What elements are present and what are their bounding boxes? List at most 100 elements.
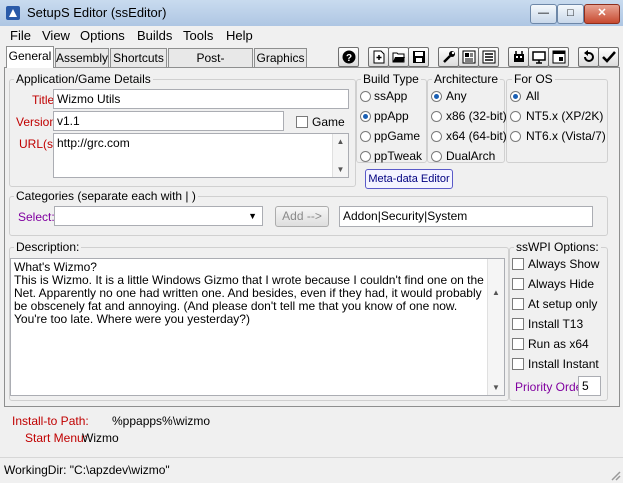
menu-options[interactable]: Options	[80, 28, 125, 43]
add-category-button[interactable]: Add -->	[275, 206, 329, 227]
apply-check-icon[interactable]	[598, 47, 619, 67]
menu-help[interactable]: Help	[226, 28, 253, 43]
app-icon	[6, 6, 20, 20]
sswpi-setup-only-checkbox[interactable]	[512, 298, 524, 310]
tools-wrench-icon[interactable]	[438, 47, 459, 67]
arch-label-x64: x64 (64-bit)	[446, 129, 507, 143]
build-type-radio-ppgame[interactable]	[360, 131, 371, 142]
svg-text:?: ?	[345, 53, 351, 64]
description-scrollbar[interactable]: ▲ ▼	[487, 259, 504, 395]
close-button[interactable]: ✕	[584, 4, 620, 24]
sswpi-setup-only-label: At setup only	[528, 297, 598, 311]
os-label-nt6: NT6.x (Vista/7)	[526, 129, 606, 143]
version-label: Version	[16, 115, 57, 129]
menu-bar: File View Options Builds Tools Help	[0, 26, 623, 46]
urls-scrollbar[interactable]: ▲ ▼	[332, 134, 348, 177]
list-icon[interactable]	[478, 47, 499, 67]
os-label-all: All	[526, 89, 540, 103]
build-type-label-ssapp: ssApp	[374, 89, 408, 103]
resize-grip-icon[interactable]	[609, 469, 621, 481]
open-folder-icon[interactable]	[388, 47, 409, 67]
menu-builds[interactable]: Builds	[137, 28, 172, 43]
categories-legend: Categories (separate each with | )	[14, 189, 198, 203]
install-path-label: Install-to Path:	[12, 414, 89, 428]
metadata-editor-button[interactable]: Meta-data Editor	[365, 169, 453, 189]
build-type-radio-ppapp[interactable]	[360, 111, 371, 122]
sswpi-run-x64-label: Run as x64	[528, 337, 589, 351]
sswpi-run-x64-checkbox[interactable]	[512, 338, 524, 350]
menu-tools[interactable]: Tools	[183, 28, 213, 43]
window-title: SetupS Editor (ssEditor)	[27, 5, 167, 20]
status-bar: WorkingDir: "C:\apzdev\wizmo"	[0, 457, 623, 483]
game-label: Game	[312, 115, 345, 129]
sswpi-install-instant-checkbox[interactable]	[512, 358, 524, 370]
description-text: What's Wizmo? This is Wizmo. It is a lit…	[14, 260, 484, 326]
monitor-icon[interactable]	[528, 47, 549, 67]
sswpi-install-instant-label: Install Instant	[528, 357, 599, 371]
menu-file[interactable]: File	[10, 28, 31, 43]
for-os-legend: For OS	[512, 72, 555, 86]
title-bar: SetupS Editor (ssEditor) — □ ✕	[0, 0, 623, 27]
priority-order-input[interactable]: 5	[578, 376, 601, 396]
sswpi-install-t13-checkbox[interactable]	[512, 318, 524, 330]
build-type-legend: Build Type	[361, 72, 421, 86]
arch-radio-dualarch[interactable]	[431, 151, 442, 162]
scroll-up-icon[interactable]: ▲	[488, 285, 504, 300]
app-details-legend: Application/Game Details	[14, 72, 153, 86]
sswpi-install-t13-label: Install T13	[528, 317, 584, 331]
tab-graphics[interactable]: Graphics	[254, 48, 307, 67]
tab-post-processing[interactable]: Post-processing	[168, 48, 253, 83]
arch-radio-any[interactable]	[431, 91, 442, 102]
sswpi-always-hide-label: Always Hide	[528, 277, 595, 291]
arch-radio-x86[interactable]	[431, 111, 442, 122]
arch-label-x86: x86 (32-bit)	[446, 109, 507, 123]
start-menu-value[interactable]: Wizmo	[82, 431, 119, 445]
architecture-legend: Architecture	[432, 72, 501, 86]
sswpi-legend: ssWPI Options:	[514, 240, 601, 254]
scroll-up-icon[interactable]: ▲	[333, 134, 348, 149]
categories-input[interactable]: Addon|Security|System	[339, 206, 593, 227]
window-icon[interactable]	[548, 47, 569, 67]
category-select[interactable]: ▼	[54, 206, 263, 226]
os-radio-nt6[interactable]	[510, 131, 521, 142]
game-checkbox[interactable]	[296, 116, 308, 128]
new-file-icon[interactable]	[368, 47, 389, 67]
arch-label-dualarch: DualArch	[446, 149, 496, 163]
menu-view[interactable]: View	[42, 28, 70, 43]
urls-textarea[interactable]: http://grc.com ▲ ▼	[53, 133, 349, 178]
scroll-down-icon[interactable]: ▼	[488, 380, 504, 395]
sswpi-always-show-label: Always Show	[528, 257, 600, 271]
description-textarea[interactable]: What's Wizmo? This is Wizmo. It is a lit…	[10, 258, 505, 396]
minimize-button[interactable]: —	[530, 4, 557, 24]
chevron-down-icon[interactable]: ▼	[248, 207, 257, 225]
sswpi-always-hide-checkbox[interactable]	[512, 278, 524, 290]
build-type-label-ppgame: ppGame	[374, 129, 421, 143]
description-legend: Description:	[14, 240, 82, 254]
install-path-value[interactable]: %ppapps%\wizmo	[112, 414, 210, 428]
build-type-label-ppapp: ppApp	[374, 109, 409, 123]
build-icon[interactable]	[508, 47, 529, 67]
arch-radio-x64[interactable]	[431, 131, 442, 142]
os-radio-all[interactable]	[510, 91, 521, 102]
tab-general[interactable]: General	[6, 46, 54, 68]
title-input[interactable]: Wizmo Utils	[53, 89, 349, 109]
help-icon[interactable]: ?	[338, 47, 359, 67]
build-type-radio-ssapp[interactable]	[360, 91, 371, 102]
build-type-radio-pptweak[interactable]	[360, 151, 371, 162]
scroll-down-icon[interactable]: ▼	[333, 162, 348, 177]
urls-text: http://grc.com	[57, 136, 130, 150]
tab-assembly[interactable]: Assembly	[55, 48, 109, 67]
priority-order-label: Priority Order	[515, 380, 587, 394]
version-input[interactable]: v1.1	[53, 111, 284, 131]
undo-icon[interactable]	[578, 47, 599, 67]
properties-icon[interactable]	[458, 47, 479, 67]
save-icon[interactable]	[408, 47, 429, 67]
os-label-nt5: NT5.x (XP/2K)	[526, 109, 604, 123]
start-menu-label: Start Menu:	[25, 431, 88, 445]
arch-label-any: Any	[446, 89, 467, 103]
sswpi-always-show-checkbox[interactable]	[512, 258, 524, 270]
tab-shortcuts[interactable]: Shortcuts	[110, 48, 167, 67]
title-label: Title	[32, 93, 55, 107]
maximize-button[interactable]: □	[557, 4, 584, 24]
os-radio-nt5[interactable]	[510, 111, 521, 122]
